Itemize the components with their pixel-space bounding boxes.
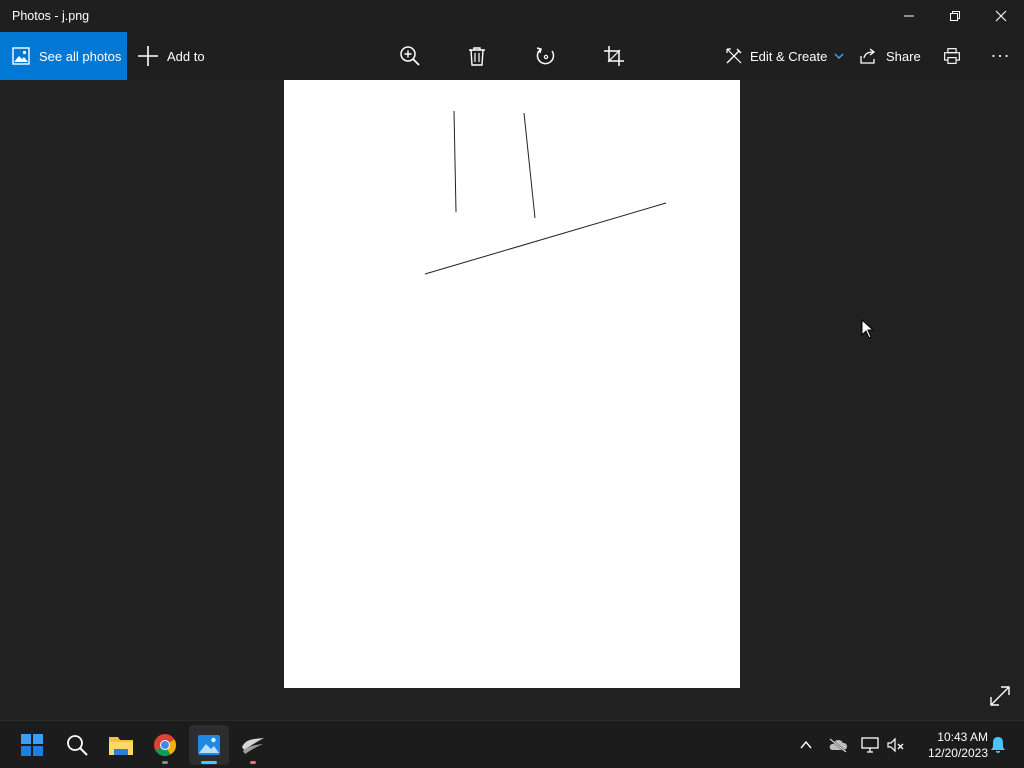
onedrive-tray-button[interactable] [826,733,850,757]
clock-time: 10:43 AM [937,730,988,744]
expand-icon[interactable] [988,684,1012,708]
volume-tray-button[interactable] [884,733,908,757]
delete-icon [469,47,485,66]
drawn-line-1 [453,110,457,213]
system-clock[interactable]: 10:43 AM 12/20/2023 [912,729,988,761]
windows-start-icon [21,734,43,756]
share-label: Share [886,48,921,64]
active-indicator [201,761,217,764]
edit-create-label: Edit & Create [750,48,828,64]
crop-icon [604,46,624,66]
taskbar: 10:43 AM 12/20/2023 [0,720,1024,768]
print-button[interactable] [932,32,972,80]
photo-viewer[interactable] [0,80,1024,720]
close-button[interactable] [978,0,1024,32]
add-to-button[interactable]: Add to [137,32,205,80]
photos-app-icon [198,735,220,755]
photo-canvas[interactable] [284,80,740,688]
see-all-photos-label: See all photos [39,48,122,64]
folder-icon [109,737,133,755]
network-icon [861,737,879,753]
see-all-photos-button[interactable]: See all photos [0,32,127,80]
drawn-line-3 [424,202,667,275]
running-indicator-2 [250,761,256,764]
restore-button[interactable] [932,0,978,32]
photos-icon [12,47,30,65]
minimize-icon [904,15,914,17]
cloud-offline-icon [829,738,848,753]
photo-drawing [424,110,667,275]
plus-icon [138,46,158,66]
zoom-in-icon [400,46,420,66]
chevron-up-icon [800,740,812,749]
close-icon [995,10,1007,22]
network-tray-button[interactable] [858,733,882,757]
pinned-app-button[interactable] [233,725,273,765]
rotate-icon [536,47,555,65]
start-button[interactable] [12,725,52,765]
bell-icon [991,737,1005,753]
chevron-down-icon [834,53,844,59]
running-indicator [162,761,168,764]
print-icon [944,48,960,64]
more-button[interactable] [980,32,1020,80]
add-to-label: Add to [167,48,205,64]
edit-create-icon [726,48,742,64]
mouse-cursor-icon [861,319,875,339]
chrome-icon [154,734,176,756]
drawn-line-2 [523,112,536,219]
share-icon [860,48,876,64]
rotate-button[interactable] [526,32,566,80]
search-button[interactable] [57,725,97,765]
toolbar: See all photos Add to Edit & Create Shar… [0,32,1024,80]
delete-button[interactable] [457,32,497,80]
zoom-button[interactable] [390,32,430,80]
show-hidden-icons-button[interactable] [794,733,818,757]
volume-muted-icon [887,737,904,753]
notifications-button[interactable] [986,733,1010,757]
file-explorer-button[interactable] [101,725,141,765]
title-bar: Photos - j.png [0,0,1024,32]
crop-button[interactable] [594,32,634,80]
app-wave-icon [242,738,264,754]
share-button[interactable]: Share [860,32,921,80]
clock-date: 12/20/2023 [927,746,988,760]
edit-create-button[interactable]: Edit & Create [725,32,844,80]
restore-icon [950,11,960,21]
chrome-button[interactable] [145,725,185,765]
window-title: Photos - j.png [12,9,90,23]
search-icon [67,735,88,756]
photos-app-button[interactable] [189,725,229,765]
minimize-button[interactable] [886,0,932,32]
more-icon [992,54,1008,58]
